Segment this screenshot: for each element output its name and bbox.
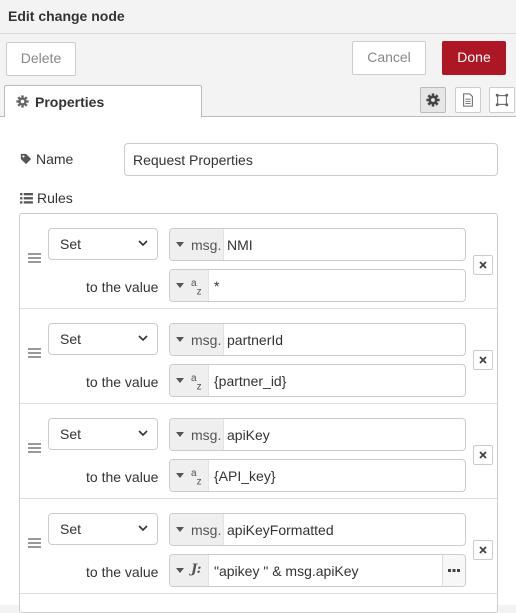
- value-type-selector[interactable]: az: [170, 270, 209, 301]
- rule-row: Set msg. NMI to the value az *: [20, 214, 497, 309]
- tab-properties[interactable]: Properties: [4, 85, 202, 117]
- rule-value-input[interactable]: J: "apikey " & msg.apiKey: [169, 554, 466, 587]
- drag-handle-icon[interactable]: [28, 443, 41, 454]
- property-type-label: msg.: [191, 522, 222, 538]
- dialog-title: Edit change node: [8, 8, 125, 24]
- chevron-down-icon: [138, 335, 148, 341]
- property-type-selector[interactable]: msg.: [170, 419, 224, 450]
- property-type-selector[interactable]: msg.: [170, 324, 224, 355]
- rule-row: Set msg. apiKeyFormatted to the value J:…: [20, 499, 497, 594]
- rule-value-input[interactable]: az {partner_id}: [169, 364, 466, 397]
- rule-value-input[interactable]: az *: [169, 269, 466, 302]
- value-text: {API_key}: [214, 468, 276, 484]
- remove-rule-button[interactable]: [473, 350, 493, 370]
- value-text: {partner_id}: [214, 373, 287, 389]
- gear-icon: [16, 95, 29, 108]
- close-icon: [479, 356, 487, 364]
- rule-value-input[interactable]: az {API_key}: [169, 459, 466, 492]
- property-value: NMI: [227, 237, 253, 253]
- to-the-value-label: to the value: [86, 564, 159, 580]
- to-the-value-label: to the value: [86, 374, 159, 390]
- rule-action-value: Set: [60, 521, 82, 537]
- rule-action-select[interactable]: Set: [48, 323, 158, 355]
- property-type-selector[interactable]: msg.: [170, 229, 224, 260]
- rule-action-value: Set: [60, 426, 82, 442]
- rules-list: Set msg. NMI to the value az * Set msg. …: [19, 213, 498, 613]
- rule-action-select[interactable]: Set: [48, 513, 158, 545]
- value-text: "apikey " & msg.apiKey: [214, 563, 359, 579]
- drag-handle-icon[interactable]: [28, 348, 41, 359]
- property-value: partnerId: [227, 332, 284, 348]
- rule-action-select[interactable]: Set: [48, 228, 158, 260]
- tab-appearance-icon-button[interactable]: [489, 87, 515, 113]
- value-type-selector[interactable]: az: [170, 365, 209, 396]
- ellipsis-icon: [448, 569, 460, 572]
- caret-down-icon: [176, 473, 184, 478]
- name-input[interactable]: [124, 143, 498, 176]
- rule-property-input[interactable]: msg. NMI: [169, 228, 466, 261]
- close-icon: [479, 451, 487, 459]
- rule-action-select[interactable]: Set: [48, 418, 158, 450]
- rule-row: Set msg. partnerId to the value az {part…: [20, 309, 497, 404]
- chevron-down-icon: [138, 430, 148, 436]
- caret-down-icon: [176, 568, 184, 573]
- remove-rule-button[interactable]: [473, 540, 493, 560]
- to-the-value-label: to the value: [86, 279, 159, 295]
- name-label-text: Name: [36, 151, 74, 167]
- dialog-titlebar: Edit change node: [0, 0, 516, 34]
- caret-down-icon: [176, 337, 184, 342]
- dialog-toolbar: Delete Cancel Done: [0, 34, 516, 84]
- caret-down-icon: [176, 378, 184, 383]
- expression-editor-button[interactable]: [442, 555, 465, 586]
- rule-property-input[interactable]: msg. apiKey: [169, 418, 466, 451]
- property-value: apiKeyFormatted: [227, 522, 334, 538]
- property-type-label: msg.: [191, 332, 222, 348]
- jsonata-type-icon: J:: [191, 562, 202, 577]
- to-the-value-label: to the value: [86, 469, 159, 485]
- string-type-icon: az: [191, 278, 202, 298]
- caret-down-icon: [176, 432, 184, 437]
- rule-property-input[interactable]: msg. apiKeyFormatted: [169, 513, 466, 546]
- tab-description-icon-button[interactable]: [455, 87, 481, 113]
- tab-properties-icon-button[interactable]: [420, 87, 446, 113]
- value-text: *: [214, 278, 220, 294]
- caret-down-icon: [176, 527, 184, 532]
- document-icon: [463, 93, 473, 107]
- value-type-selector[interactable]: az: [170, 460, 209, 491]
- rule-property-input[interactable]: msg. partnerId: [169, 323, 466, 356]
- rules-label-text: Rules: [37, 190, 73, 206]
- property-type-label: msg.: [191, 427, 222, 443]
- name-label: Name: [20, 151, 73, 167]
- chevron-down-icon: [138, 525, 148, 531]
- string-type-icon: az: [191, 373, 202, 393]
- cancel-button[interactable]: Cancel: [352, 41, 426, 75]
- property-value: apiKey: [227, 427, 270, 443]
- rule-action-value: Set: [60, 331, 82, 347]
- close-icon: [479, 546, 487, 554]
- remove-rule-button[interactable]: [473, 445, 493, 465]
- list-icon: [20, 193, 33, 204]
- tab-bar: Properties: [0, 84, 516, 117]
- tag-icon: [20, 153, 32, 165]
- caret-down-icon: [176, 283, 184, 288]
- chevron-down-icon: [138, 240, 148, 246]
- drag-handle-icon[interactable]: [28, 253, 41, 264]
- property-type-selector[interactable]: msg.: [170, 514, 224, 545]
- close-icon: [479, 261, 487, 269]
- string-type-icon: az: [191, 468, 202, 488]
- drag-handle-icon[interactable]: [28, 538, 41, 549]
- rule-action-value: Set: [60, 236, 82, 252]
- tab-properties-label: Properties: [35, 94, 105, 110]
- rules-label: Rules: [20, 190, 73, 206]
- property-type-label: msg.: [191, 237, 222, 253]
- delete-button[interactable]: Delete: [6, 42, 76, 76]
- remove-rule-button[interactable]: [473, 255, 493, 275]
- caret-down-icon: [176, 242, 184, 247]
- rule-row: Set msg. apiKey to the value az {API_key…: [20, 404, 497, 499]
- value-type-selector[interactable]: J:: [170, 555, 209, 586]
- properties-panel: Name Rules Set msg. NMI to the value: [0, 117, 516, 613]
- frame-icon: [495, 93, 509, 107]
- done-button[interactable]: Done: [442, 41, 506, 75]
- gear-icon: [426, 93, 440, 107]
